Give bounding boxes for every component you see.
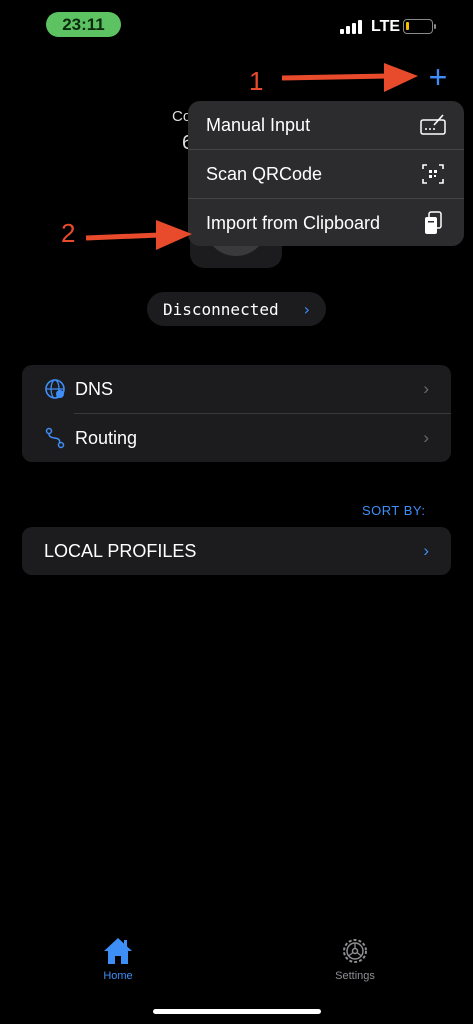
qrcode-scan-icon (422, 164, 444, 184)
dns-label: DNS (75, 378, 114, 399)
chevron-right-icon: › (423, 428, 429, 447)
add-profile-menu: Manual Input Scan QRCode Import from Cli… (188, 101, 464, 246)
menu-item-scan-qrcode[interactable]: Scan QRCode (188, 150, 464, 198)
chevron-right-icon: › (303, 300, 310, 319)
tab-settings[interactable]: Settings (315, 930, 395, 982)
connection-status-text: Disconnected (163, 299, 279, 319)
tab-label: Settings (335, 970, 375, 982)
sort-by-button[interactable]: SORT BY: (362, 503, 426, 518)
house-icon (104, 938, 132, 964)
add-profile-button[interactable]: + (424, 61, 452, 93)
tab-home[interactable]: Home (78, 930, 158, 982)
network-type: LTE (371, 18, 401, 35)
dns-row[interactable]: DNS › (22, 365, 451, 413)
settings-group: DNS › Routing › (22, 365, 451, 462)
tab-label: Home (103, 970, 133, 982)
local-profiles-row[interactable]: LOCAL PROFILES › (22, 527, 451, 575)
chevron-right-icon: › (423, 379, 429, 398)
routing-row[interactable]: Routing › (22, 414, 451, 462)
annotation-number: 1 (249, 66, 264, 96)
home-indicator (153, 1009, 321, 1014)
time-display: 23:11 (46, 12, 121, 37)
status-bar: 23:11 LTE (0, 0, 473, 48)
chevron-right-icon: › (423, 541, 429, 560)
annotation-arrow-icon (281, 63, 418, 92)
routing-label: Routing (75, 427, 138, 448)
menu-item-import-clipboard[interactable]: Import from Clipboard (188, 199, 464, 246)
menu-item-label: Manual Input (206, 114, 311, 135)
menu-item-manual-input[interactable]: Manual Input (188, 101, 464, 149)
menu-item-label: Scan QRCode (206, 163, 323, 184)
local-profiles-label: LOCAL PROFILES (44, 540, 197, 561)
tab-bar: Home Settings (0, 930, 473, 1000)
gear-icon (343, 939, 367, 963)
connection-status-button[interactable]: Disconnected › (147, 292, 326, 326)
globe-icon (45, 379, 65, 399)
route-icon (45, 427, 65, 449)
signal-strength-icon (340, 20, 364, 34)
annotation-number: 2 (61, 218, 76, 248)
local-profiles-section[interactable]: LOCAL PROFILES › (22, 527, 451, 575)
keyboard-pen-icon (420, 114, 446, 135)
annotation-arrow-icon (85, 220, 192, 250)
battery-icon (403, 19, 436, 34)
menu-item-label: Import from Clipboard (206, 212, 381, 233)
clipboard-icon (425, 211, 442, 234)
